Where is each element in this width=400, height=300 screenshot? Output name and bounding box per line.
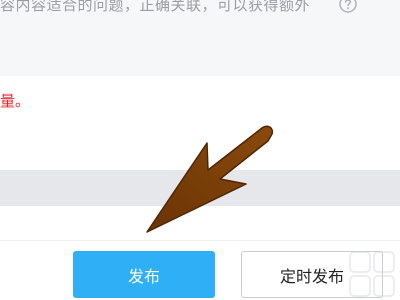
notice-panel: 容内容适合的问题，正确关联，可以获得额外 — [0, 0, 400, 76]
warning-text: 量。 — [0, 92, 31, 110]
notice-text: 容内容适合的问题，正确关联，可以获得额外 — [0, 0, 311, 14]
divider-bar — [0, 170, 400, 206]
publish-button[interactable]: 发布 — [73, 251, 215, 298]
watermark-logo — [349, 251, 395, 297]
question-circle-icon[interactable] — [338, 0, 358, 14]
publish-button-label: 发布 — [127, 266, 160, 286]
footer-divider — [0, 240, 400, 241]
